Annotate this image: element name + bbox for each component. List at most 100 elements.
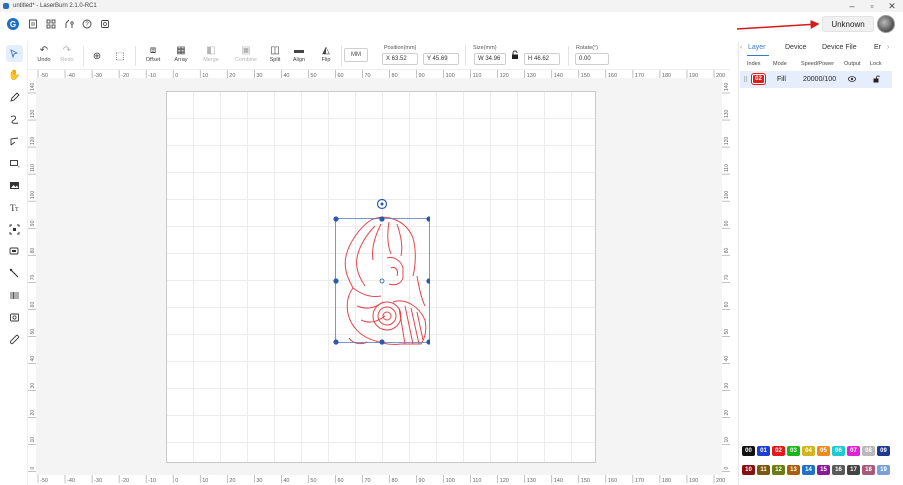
palette-color-01[interactable]: 01 xyxy=(757,446,770,456)
offset-button[interactable]: ⧈ Offset xyxy=(143,43,163,69)
camera-tool-icon[interactable] xyxy=(6,309,23,326)
palette-color-13[interactable]: 13 xyxy=(787,465,800,475)
tab-error[interactable]: Er xyxy=(874,44,881,51)
layer-mode[interactable]: Fill xyxy=(777,76,786,83)
ruler-tick-label: 40 xyxy=(724,356,730,362)
barcode-tool-icon[interactable] xyxy=(6,287,23,304)
combine-button[interactable]: ▣ Combine xyxy=(232,43,260,69)
palette-color-19[interactable]: 19 xyxy=(877,465,890,475)
measure-tool-icon[interactable] xyxy=(6,331,23,348)
lock-ratio-icon[interactable] xyxy=(510,50,520,64)
palette-color-17[interactable]: 17 xyxy=(847,465,860,475)
palette-color-09[interactable]: 09 xyxy=(877,446,890,456)
layers-tool-icon[interactable] xyxy=(6,243,23,260)
palette-color-12[interactable]: 12 xyxy=(772,465,785,475)
bottom-ruler: -50 -40 -30 -20 -10 0 10 20 30 40 50 60 70 80 90 100 110… xyxy=(28,475,730,483)
merge-button[interactable]: ◧ Merge xyxy=(199,43,223,69)
ruler-tick-label: 130 xyxy=(527,478,536,483)
split-button[interactable]: ◫ Split xyxy=(267,43,283,69)
palette-color-16[interactable]: 16 xyxy=(832,465,845,475)
user-avatar[interactable] xyxy=(877,15,895,33)
resize-handle-nw[interactable] xyxy=(333,216,339,222)
help-icon[interactable]: ? xyxy=(79,16,95,32)
pen-tool-icon[interactable] xyxy=(6,89,23,106)
resize-handle-s[interactable] xyxy=(379,339,385,345)
redo-button[interactable]: ↷ Redo xyxy=(58,43,76,69)
curve-tool-icon[interactable] xyxy=(6,111,23,128)
palette-color-00[interactable]: 00 xyxy=(742,446,755,456)
resize-handle-n[interactable] xyxy=(379,216,385,222)
palette-color-06[interactable]: 06 xyxy=(832,446,845,456)
minimize-icon[interactable]: – xyxy=(842,0,862,12)
palette-color-03[interactable]: 03 xyxy=(787,446,800,456)
toolbar-divider xyxy=(341,46,342,66)
array-button[interactable]: ▦ Array xyxy=(170,43,192,69)
palette-color-02[interactable]: 02 xyxy=(772,446,785,456)
device-select-button[interactable]: Unknown xyxy=(822,16,874,32)
palette-color-15[interactable]: 15 xyxy=(817,465,830,475)
settings-icon[interactable] xyxy=(97,16,113,32)
line-tool-icon[interactable] xyxy=(6,265,23,282)
tab-device-file[interactable]: Device File xyxy=(822,44,857,51)
canvas-area[interactable] xyxy=(36,78,722,475)
palette-color-10[interactable]: 10 xyxy=(742,465,755,475)
palette-color-14[interactable]: 14 xyxy=(802,465,815,475)
resize-handle-sw[interactable] xyxy=(333,339,339,345)
select-tool-icon[interactable] xyxy=(6,45,23,62)
tab-device[interactable]: Device xyxy=(785,44,806,51)
unit-toggle-button[interactable]: MM xyxy=(344,48,368,62)
layer-speed-power[interactable]: 20000/100 xyxy=(803,76,836,83)
layer-color-chip[interactable]: 02 xyxy=(752,74,765,84)
resize-handle-ne[interactable] xyxy=(426,216,430,222)
palette-color-05[interactable]: 05 xyxy=(817,446,830,456)
position-x-input[interactable]: X 63.52 xyxy=(382,53,418,65)
align-button[interactable]: ▬ Align xyxy=(289,43,309,69)
ruler-tick-label: -30 xyxy=(94,478,102,483)
palette-color-08[interactable]: 08 xyxy=(862,446,875,456)
column-index: Index xyxy=(747,61,761,67)
layer-unlock-icon[interactable] xyxy=(873,75,880,85)
layer-row[interactable]: ⠿ 02 Fill 20000/100 xyxy=(740,71,892,88)
grid-apps-icon[interactable] xyxy=(43,16,59,32)
drag-handle-icon[interactable]: ⠿ xyxy=(743,76,748,84)
image-tool-icon[interactable] xyxy=(6,177,23,194)
new-file-icon[interactable] xyxy=(25,16,41,32)
dashed-rect-icon: ⬚ xyxy=(115,50,125,62)
tab-scroll-right-icon[interactable]: › xyxy=(887,44,889,51)
ruler-tick-label: 20 xyxy=(724,410,730,416)
resize-handle-w[interactable] xyxy=(333,278,339,284)
output-eye-icon[interactable] xyxy=(848,75,856,84)
text-tool-icon[interactable]: TT xyxy=(6,199,23,216)
size-h-input[interactable]: H 46.62 xyxy=(524,53,560,65)
polyline-tool-icon[interactable] xyxy=(6,133,23,150)
position-y-input[interactable]: Y 45.69 xyxy=(423,53,459,65)
palette-color-11[interactable]: 11 xyxy=(757,465,770,475)
rectangle-tool-icon[interactable] xyxy=(6,155,23,172)
tab-layer[interactable]: Layer xyxy=(748,44,766,51)
palette-color-18[interactable]: 18 xyxy=(862,465,875,475)
connect-icon[interactable] xyxy=(61,16,77,32)
undo-button[interactable]: ↶ Undo xyxy=(35,43,53,69)
rotate-input[interactable]: 0.00 xyxy=(575,53,609,65)
resize-handle-e[interactable] xyxy=(426,278,430,284)
close-icon[interactable]: ✕ xyxy=(882,0,902,12)
pan-hand-icon[interactable]: ✋ xyxy=(6,67,23,84)
ruler-tick-label: 80 xyxy=(392,478,398,483)
select-area-button[interactable]: ⬚ xyxy=(113,43,127,69)
ruler-tick-label: 190 xyxy=(689,478,698,483)
zoom-button[interactable]: ⊕ xyxy=(90,43,104,69)
resize-handle-se[interactable] xyxy=(426,339,430,345)
selection-bounding-box[interactable] xyxy=(330,196,430,356)
palette-color-04[interactable]: 04 xyxy=(802,446,815,456)
rotate-handle-icon[interactable] xyxy=(376,198,388,210)
tab-scroll-left-icon[interactable]: ‹ xyxy=(740,44,742,51)
toolbar-divider xyxy=(83,46,84,66)
maximize-icon[interactable]: ▫ xyxy=(862,0,882,12)
qr-tool-icon[interactable] xyxy=(6,221,23,238)
ruler-tick-label: 0 xyxy=(175,478,178,483)
size-w-input[interactable]: W 34.96 xyxy=(474,53,506,65)
app-logo-icon[interactable]: G xyxy=(7,18,19,30)
flip-button[interactable]: ◭ Flip xyxy=(317,43,335,69)
column-speed-power: Speed/Power xyxy=(801,61,835,67)
palette-color-07[interactable]: 07 xyxy=(847,446,860,456)
